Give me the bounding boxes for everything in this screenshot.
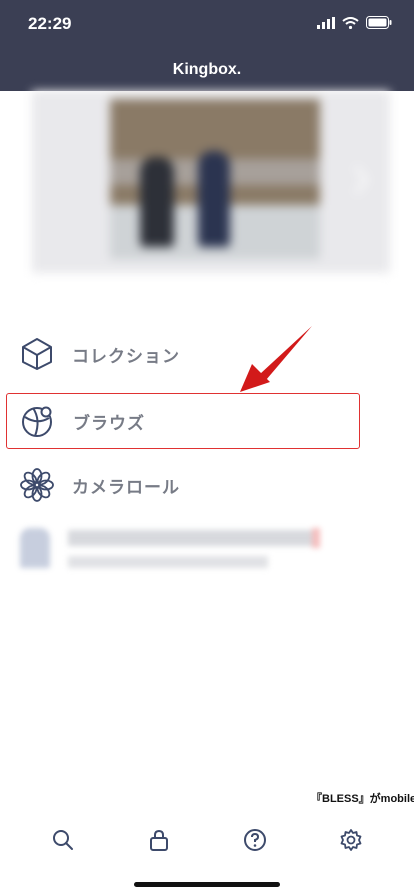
settings-tab[interactable] — [331, 820, 371, 860]
menu-item-camera-roll[interactable]: カメラロール — [6, 457, 360, 513]
banner-carousel[interactable] — [32, 91, 390, 273]
lock-icon — [150, 829, 168, 851]
cube-icon — [20, 337, 54, 371]
help-icon — [244, 829, 266, 851]
status-icons — [317, 16, 392, 29]
app-title: Kingbox. — [172, 61, 242, 78]
lock-tab[interactable] — [139, 820, 179, 860]
help-tab[interactable] — [235, 820, 275, 860]
flower-icon — [20, 468, 54, 502]
wifi-icon — [342, 16, 359, 29]
menu-item-label: カメラロール — [72, 477, 180, 497]
menu-item-label: ブラウズ — [73, 413, 145, 433]
overlay-caption: 『BLESS』がmobileで — [311, 793, 414, 805]
battery-icon — [366, 16, 392, 29]
bottom-tab-bar — [0, 820, 414, 860]
search-tab[interactable] — [43, 820, 83, 860]
red-arrow-annotation — [240, 326, 312, 392]
signal-icon — [317, 16, 335, 29]
banner-image — [110, 99, 320, 259]
blurred-ad-item[interactable] — [20, 520, 340, 576]
chevron-right-icon[interactable] — [354, 165, 368, 195]
menu-item-label: コレクション — [72, 346, 180, 366]
home-indicator[interactable] — [134, 882, 280, 887]
gear-icon — [340, 829, 362, 851]
header-bar: 22:29 Kingbox. — [0, 0, 414, 91]
status-time: 22:29 — [28, 14, 72, 33]
search-icon — [53, 830, 73, 850]
globe-icon — [21, 404, 55, 438]
